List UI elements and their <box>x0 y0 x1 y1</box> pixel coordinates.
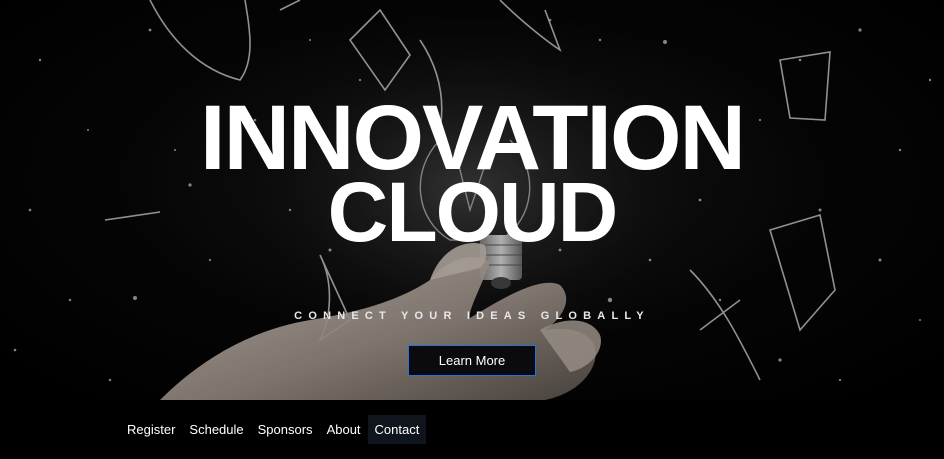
hero-title-line-2: CLOUD <box>327 165 619 259</box>
hero-banner: INNOVATION CLOUD CONNECT YOUR IDEAS GLOB… <box>0 0 944 400</box>
nav-item-sponsors[interactable]: Sponsors <box>251 415 320 444</box>
nav-list: Register Schedule Sponsors About Contact <box>120 415 427 444</box>
learn-more-button[interactable]: Learn More <box>408 345 536 376</box>
page: INNOVATION CLOUD CONNECT YOUR IDEAS GLOB… <box>0 0 944 459</box>
hero-tagline: CONNECT YOUR IDEAS GLOBALLY <box>294 310 650 322</box>
nav-item-contact[interactable]: Contact <box>367 415 427 444</box>
nav-item-about[interactable]: About <box>320 415 368 444</box>
main-navigation: Register Schedule Sponsors About Contact <box>0 400 944 459</box>
nav-item-register[interactable]: Register <box>120 415 182 444</box>
nav-item-schedule[interactable]: Schedule <box>182 415 250 444</box>
